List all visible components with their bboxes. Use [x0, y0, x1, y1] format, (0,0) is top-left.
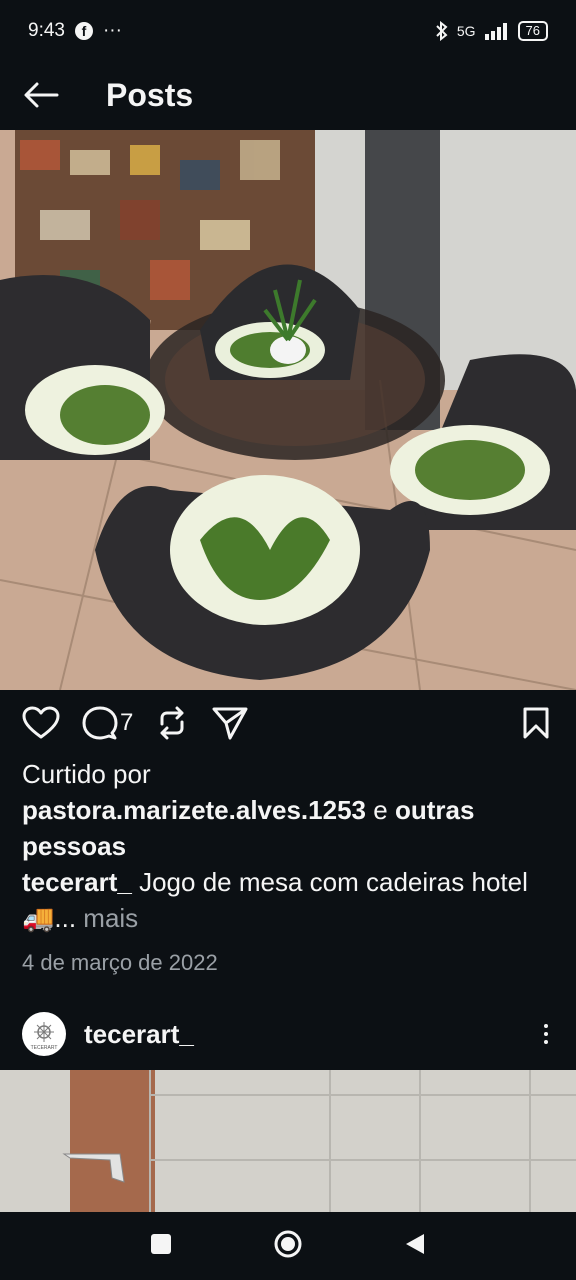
save-button[interactable]: [522, 706, 550, 740]
caption-author[interactable]: tecerart_: [22, 867, 132, 897]
comment-icon: [82, 706, 118, 740]
system-nav-bar: [0, 1212, 576, 1280]
truck-emoji: 🚚: [22, 903, 55, 933]
post-date: 4 de março de 2022: [22, 950, 218, 975]
bookmark-icon: [523, 707, 549, 739]
liker-username[interactable]: pastora.marizete.alves.1253: [22, 795, 366, 825]
next-post-header: TECERART tecerart_: [0, 1000, 576, 1068]
bluetooth-icon: [436, 21, 448, 41]
furniture-photo: [0, 130, 576, 690]
liked-by-label: Curtido por: [22, 759, 151, 789]
repost-icon: [160, 706, 184, 740]
post-actions: 7: [0, 694, 576, 752]
more-vertical-dot: [544, 1040, 548, 1044]
next-post-username[interactable]: tecerart_: [84, 1019, 194, 1050]
recents-button[interactable]: [150, 1233, 172, 1260]
comment-count: 7: [120, 709, 134, 736]
back-arrow-icon: [24, 82, 59, 108]
avatar-logo-icon: TECERART: [31, 1022, 58, 1051]
square-icon: [151, 1233, 172, 1254]
more-vertical-dot: [544, 1032, 548, 1036]
repost-button[interactable]: [155, 706, 189, 740]
circle-icon: [274, 1230, 302, 1257]
signal-icon: [484, 23, 507, 40]
more-options-button[interactable]: [538, 1018, 554, 1050]
caption-text: Jogo de mesa com cadeiras hotel: [139, 867, 528, 897]
post-caption: Curtido por pastora.marizete.alves.1253 …: [22, 756, 552, 936]
next-post-photo: [0, 1070, 576, 1212]
post-image[interactable]: [0, 130, 576, 690]
page-title: Posts: [106, 76, 194, 113]
triangle-back-icon: [405, 1233, 424, 1254]
avatar-text: TECERART: [31, 1045, 58, 1051]
status-more-icon: ···: [102, 20, 122, 41]
more-vertical-icon: [544, 1024, 548, 1028]
send-icon: [212, 707, 248, 740]
facebook-icon: f: [74, 22, 93, 40]
back-button[interactable]: [0, 62, 82, 128]
liked-connector: e: [373, 795, 388, 825]
caption-line: tecerart_ Jogo de mesa com cadeiras hote…: [22, 864, 552, 936]
like-button[interactable]: [22, 706, 60, 740]
nav-back-button[interactable]: [404, 1232, 426, 1261]
battery-icon: 76: [517, 21, 548, 41]
liked-by-line: pastora.marizete.alves.1253 e outras pes…: [22, 792, 552, 864]
comment-button[interactable]: 7: [82, 705, 133, 741]
caption-ellipsis: ...: [54, 903, 77, 933]
status-time: 9:43: [28, 20, 65, 41]
heart-icon: [22, 706, 60, 739]
status-bar: 9:43 f ··· 5G 76: [0, 0, 576, 62]
network-label: 5G: [456, 23, 476, 39]
avatar[interactable]: TECERART: [22, 1012, 66, 1056]
more-link[interactable]: mais: [83, 903, 138, 933]
share-button[interactable]: [211, 705, 249, 741]
next-post-image[interactable]: [0, 1070, 576, 1212]
home-button[interactable]: [273, 1229, 303, 1264]
app-bar: Posts: [0, 62, 576, 128]
